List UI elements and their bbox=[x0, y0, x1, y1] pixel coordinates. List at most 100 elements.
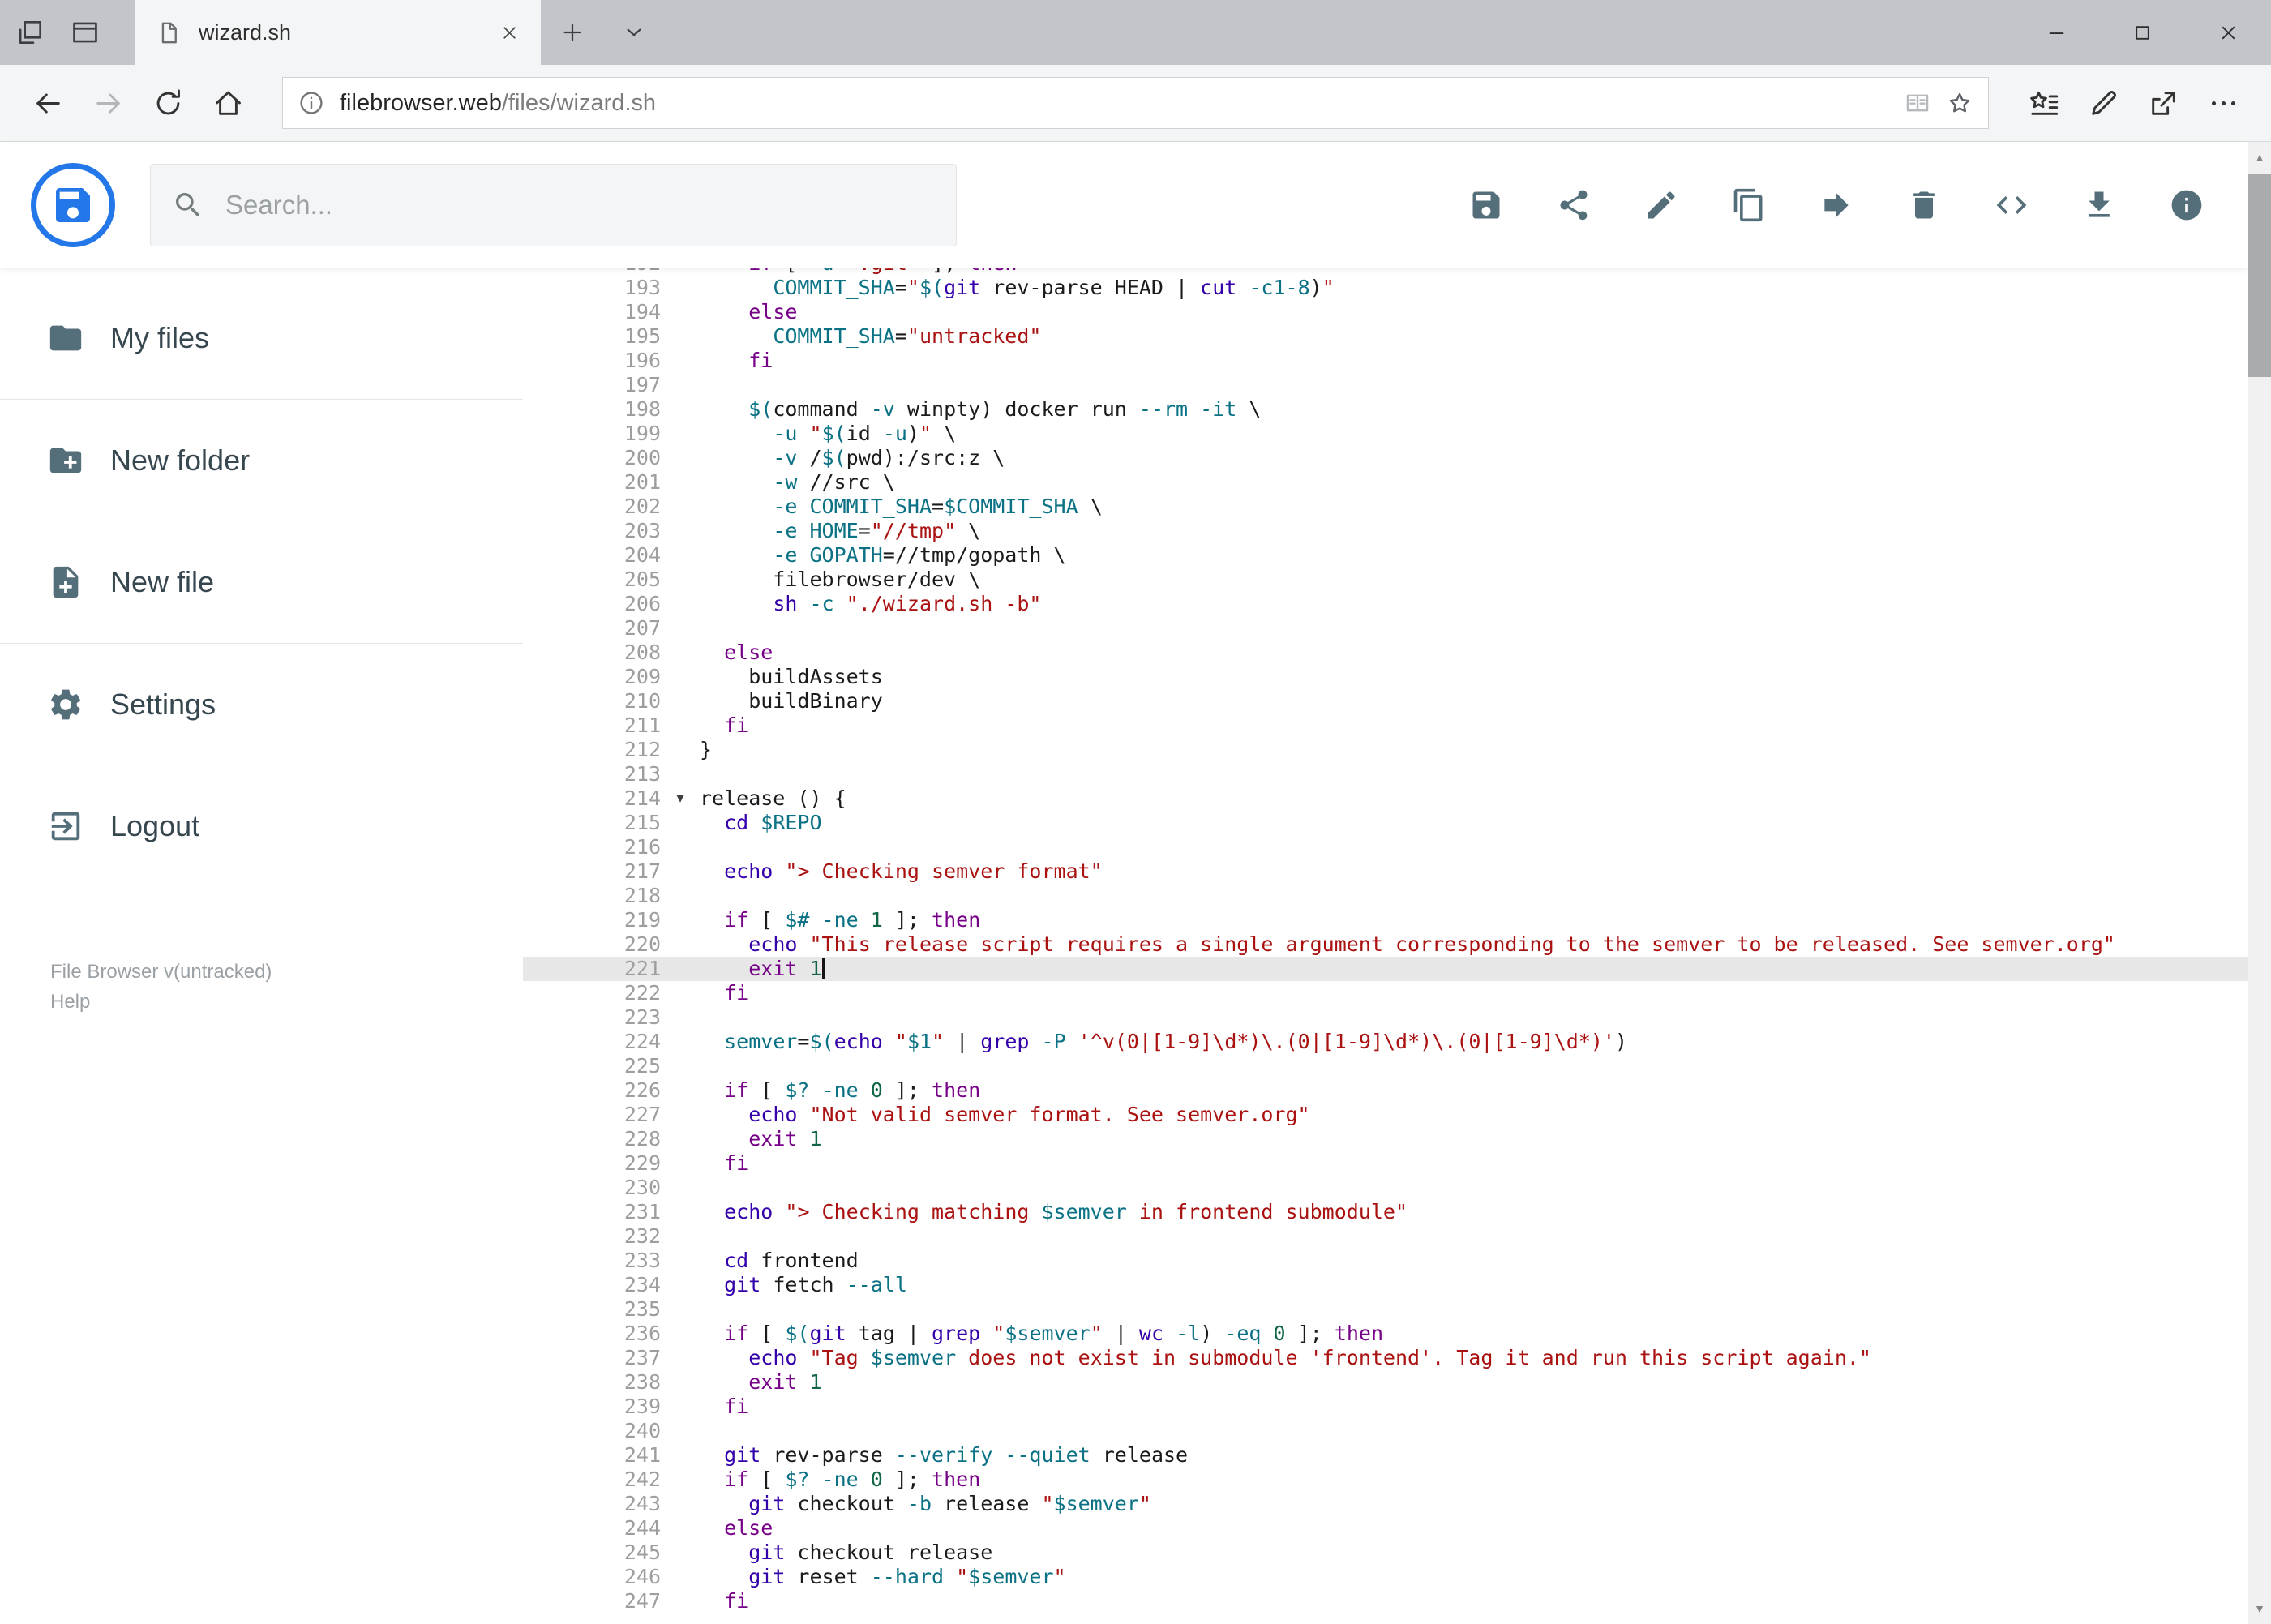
code-line-221[interactable]: 221 exit 1 bbox=[523, 957, 2248, 981]
code-line-201[interactable]: 201 -w //src \ bbox=[523, 470, 2248, 495]
code-line-240[interactable]: 240 bbox=[523, 1419, 2248, 1443]
annotate-button[interactable] bbox=[2073, 73, 2133, 133]
code-line-233[interactable]: 233 cd frontend bbox=[523, 1249, 2248, 1273]
code-line-243[interactable]: 243 git checkout -b release "$semver" bbox=[523, 1492, 2248, 1516]
scroll-up-arrow[interactable]: ▲ bbox=[2248, 144, 2271, 171]
code-line-220[interactable]: 220 echo "This release script requires a… bbox=[523, 932, 2248, 957]
close-button[interactable] bbox=[2185, 0, 2271, 65]
sidebar-item-new-folder[interactable]: New folder bbox=[0, 400, 523, 521]
code-line-193[interactable]: 193 COMMIT_SHA="$(git rev-parse HEAD | c… bbox=[523, 276, 2248, 300]
code-line-229[interactable]: 229 fi bbox=[523, 1151, 2248, 1176]
code-line-218[interactable]: 218 bbox=[523, 884, 2248, 908]
home-button[interactable] bbox=[198, 73, 258, 133]
code-line-216[interactable]: 216 bbox=[523, 835, 2248, 859]
scroll-down-arrow[interactable]: ▼ bbox=[2248, 1595, 2271, 1622]
copy-button[interactable] bbox=[1731, 187, 1767, 223]
code-line-197[interactable]: 197 bbox=[523, 373, 2248, 397]
code-line-235[interactable]: 235 bbox=[523, 1297, 2248, 1322]
maximize-button[interactable] bbox=[2099, 0, 2185, 65]
code-line-204[interactable]: 204 -e GOPATH=//tmp/gopath \ bbox=[523, 543, 2248, 568]
sidebar-item-new-file[interactable]: New file bbox=[0, 521, 523, 643]
tab-list-button[interactable] bbox=[621, 19, 647, 45]
fold-marker-icon[interactable]: ▾ bbox=[661, 786, 700, 811]
code-line-244[interactable]: 244 else bbox=[523, 1516, 2248, 1540]
code-line-239[interactable]: 239 fi bbox=[523, 1395, 2248, 1419]
help-link[interactable]: Help bbox=[50, 987, 523, 1017]
code-line-241[interactable]: 241 git rev-parse --verify --quiet relea… bbox=[523, 1443, 2248, 1468]
code-line-215[interactable]: 215 cd $REPO bbox=[523, 811, 2248, 835]
scrollbar-thumb[interactable] bbox=[2248, 174, 2271, 377]
tab-preview-button[interactable] bbox=[70, 17, 101, 48]
site-info-icon[interactable] bbox=[298, 89, 325, 117]
code-editor[interactable]: 192 if [ -d ".git" ]; then193 COMMIT_SHA… bbox=[523, 268, 2248, 1624]
code-line-192[interactable]: 192 if [ -d ".git" ]; then bbox=[523, 268, 2248, 276]
filebrowser-logo[interactable] bbox=[31, 162, 115, 247]
code-line-199[interactable]: 199 -u "$(id -u)" \ bbox=[523, 422, 2248, 446]
more-button[interactable] bbox=[2193, 73, 2253, 133]
code-line-210[interactable]: 210 buildBinary bbox=[523, 689, 2248, 713]
code-line-217[interactable]: 217 echo "> Checking semver format" bbox=[523, 859, 2248, 884]
code-line-245[interactable]: 245 git checkout release bbox=[523, 1540, 2248, 1565]
code-line-213[interactable]: 213 bbox=[523, 762, 2248, 786]
switch-editor-button[interactable] bbox=[1994, 187, 2029, 223]
code-line-246[interactable]: 246 git reset --hard "$semver" bbox=[523, 1565, 2248, 1589]
reading-view-icon[interactable] bbox=[1904, 89, 1931, 117]
code-line-227[interactable]: 227 echo "Not valid semver format. See s… bbox=[523, 1103, 2248, 1127]
code-line-212[interactable]: 212} bbox=[523, 738, 2248, 762]
hub-button[interactable] bbox=[2013, 73, 2073, 133]
sidebar-item-my-files[interactable]: My files bbox=[0, 277, 523, 399]
edit-button[interactable] bbox=[1643, 187, 1679, 223]
forward-button[interactable] bbox=[78, 73, 138, 133]
code-line-224[interactable]: 224 semver=$(echo "$1" | grep -P '^v(0|[… bbox=[523, 1030, 2248, 1054]
share-button[interactable] bbox=[1556, 187, 1592, 223]
code-line-196[interactable]: 196 fi bbox=[523, 349, 2248, 373]
code-line-209[interactable]: 209 buildAssets bbox=[523, 665, 2248, 689]
code-line-228[interactable]: 228 exit 1 bbox=[523, 1127, 2248, 1151]
minimize-button[interactable] bbox=[2013, 0, 2099, 65]
sidebar-item-settings[interactable]: Settings bbox=[0, 644, 523, 765]
new-tab-button[interactable] bbox=[559, 19, 585, 45]
download-button[interactable] bbox=[2081, 187, 2117, 223]
code-line-206[interactable]: 206 sh -c "./wizard.sh -b" bbox=[523, 592, 2248, 616]
code-line-205[interactable]: 205 filebrowser/dev \ bbox=[523, 568, 2248, 592]
code-line-207[interactable]: 207 bbox=[523, 616, 2248, 641]
code-line-247[interactable]: 247 fi bbox=[523, 1589, 2248, 1613]
code-line-238[interactable]: 238 exit 1 bbox=[523, 1370, 2248, 1395]
code-line-200[interactable]: 200 -v /$(pwd):/src:z \ bbox=[523, 446, 2248, 470]
code-line-208[interactable]: 208 else bbox=[523, 641, 2248, 665]
code-line-222[interactable]: 222 fi bbox=[523, 981, 2248, 1005]
info-button[interactable] bbox=[2169, 187, 2205, 223]
browser-tab[interactable]: wizard.sh bbox=[135, 0, 541, 65]
delete-button[interactable] bbox=[1906, 187, 1942, 223]
code-line-211[interactable]: 211 fi bbox=[523, 713, 2248, 738]
back-button[interactable] bbox=[18, 73, 78, 133]
code-line-231[interactable]: 231 echo "> Checking matching $semver in… bbox=[523, 1200, 2248, 1224]
share-button[interactable] bbox=[2133, 73, 2193, 133]
code-line-234[interactable]: 234 git fetch --all bbox=[523, 1273, 2248, 1297]
code-line-223[interactable]: 223 bbox=[523, 1005, 2248, 1030]
save-button[interactable] bbox=[1468, 187, 1504, 223]
code-line-226[interactable]: 226 if [ $? -ne 0 ]; then bbox=[523, 1078, 2248, 1103]
code-line-203[interactable]: 203 -e HOME="//tmp" \ bbox=[523, 519, 2248, 543]
code-line-219[interactable]: 219 if [ $# -ne 1 ]; then bbox=[523, 908, 2248, 932]
favorite-star-icon[interactable] bbox=[1946, 89, 1973, 117]
code-line-214[interactable]: 214 ▾ release () { bbox=[523, 786, 2248, 811]
code-line-237[interactable]: 237 echo "Tag $semver does not exist in … bbox=[523, 1346, 2248, 1370]
move-button[interactable] bbox=[1819, 187, 1854, 223]
code-line-198[interactable]: 198 $(command -v winpty) docker run --rm… bbox=[523, 397, 2248, 422]
refresh-button[interactable] bbox=[138, 73, 198, 133]
code-line-236[interactable]: 236 if [ $(git tag | grep "$semver" | wc… bbox=[523, 1322, 2248, 1346]
code-line-230[interactable]: 230 bbox=[523, 1176, 2248, 1200]
code-line-242[interactable]: 242 if [ $? -ne 0 ]; then bbox=[523, 1468, 2248, 1492]
scrollbar[interactable]: ▲ ▼ bbox=[2248, 142, 2271, 1624]
code-line-225[interactable]: 225 bbox=[523, 1054, 2248, 1078]
code-line-194[interactable]: 194 else bbox=[523, 300, 2248, 324]
code-line-195[interactable]: 195 COMMIT_SHA="untracked" bbox=[523, 324, 2248, 349]
code-line-202[interactable]: 202 -e COMMIT_SHA=$COMMIT_SHA \ bbox=[523, 495, 2248, 519]
sidebar-item-logout[interactable]: Logout bbox=[0, 765, 523, 887]
code-line-232[interactable]: 232 bbox=[523, 1224, 2248, 1249]
tab-close-icon[interactable] bbox=[499, 23, 520, 43]
url-field[interactable]: filebrowser.web/files/wizard.sh bbox=[282, 77, 1989, 129]
search-box[interactable]: Search... bbox=[150, 163, 957, 246]
set-tabs-aside-button[interactable] bbox=[15, 17, 45, 48]
